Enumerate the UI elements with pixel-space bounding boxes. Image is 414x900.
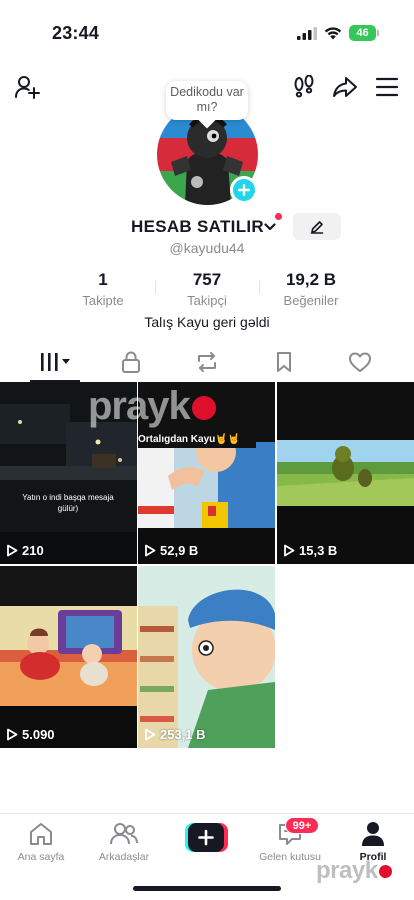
view-count: 210 [6,543,44,558]
notification-dot [275,213,282,220]
edit-profile-button[interactable] [293,213,341,240]
add-avatar-button[interactable] [230,176,258,204]
profile-stats: 1 Takipte 757 Takipçi 19,2 B Beğeniler [51,270,363,310]
view-count-text: 52,9 B [160,543,199,558]
view-count-text: 253,1 B [160,727,206,742]
stat-label: Takipte [82,293,124,308]
nav-friends[interactable]: Arkadaşlar [83,820,165,863]
corner-watermark: prayk [316,857,392,885]
stat-label: Takipçi [187,293,227,308]
watermark-dot [378,865,392,879]
videos-grid-icon [40,353,70,371]
battery-indicator: 46 [349,25,379,41]
lock-icon [121,351,140,373]
status-bubble[interactable]: Dedikodu var mı? [166,81,248,120]
video-4-image [0,566,137,748]
view-count-text: 15,3 B [299,543,338,558]
home-icon [30,823,52,845]
profile-icon [362,822,384,846]
play-icon [145,544,156,557]
inbox-badge: 99+ [285,817,319,834]
friends-icon [110,823,138,845]
stat-following[interactable]: 1 Takipte [51,270,155,308]
name-row: HESAB SATILIR [0,213,414,243]
profile-tabs [0,344,414,382]
play-icon [284,544,295,557]
stat-value: 19,2 B [285,270,337,289]
add-friend-button[interactable] [12,72,42,102]
view-count-text: 5.090 [22,727,55,742]
battery-level: 46 [356,27,369,39]
heart-icon [348,352,371,372]
stat-value: 1 [98,270,108,289]
view-count-text: 210 [22,543,44,558]
create-button[interactable] [185,823,228,852]
home-indicator [133,886,281,891]
tab-videos[interactable] [14,344,97,380]
video-thumbnail-4[interactable]: 5.090 [0,566,137,748]
view-count: 52,9 B [144,543,198,558]
pencil-icon [310,220,324,234]
chevron-down-icon[interactable] [264,222,276,232]
profile-bio: Talış Kayu geri gəldi [144,314,270,330]
video-3-image [277,382,414,564]
plus-icon [238,184,250,196]
watermark-text: prayk [316,857,378,884]
bookmark-icon [276,352,291,372]
watermark-text: prayk [88,384,191,428]
status-time: 23:44 [52,23,100,43]
tab-reposts[interactable] [165,344,248,380]
video-thumbnail-3[interactable]: 15,3 B [277,382,414,564]
video-thumbnail-5[interactable]: 253,1 B [138,566,275,748]
share-button[interactable] [330,72,360,102]
play-icon [145,728,156,741]
nav-label: Arkadaşlar [98,851,150,863]
video-grid: Yatın o indi başqa mesaja gülür) 210 Ort… [0,382,414,748]
tab-liked[interactable] [318,344,401,380]
view-count: 253,1 B [144,727,206,742]
footprints-icon [294,75,314,98]
video-caption: Ortalıgdan Kayu🤘🤘 [138,434,241,445]
view-count: 15,3 B [283,543,337,558]
view-count: 5.090 [6,727,55,742]
nav-label: Ana sayfa [17,851,65,863]
profile-name[interactable]: HESAB SATILIR [131,217,264,237]
stat-likes[interactable]: 19,2 B Beğeniler [259,270,363,308]
tab-favorites[interactable] [242,344,325,380]
video-caption: Yatın o indi başqa mesaja gülür) [22,493,114,513]
create-icon [185,823,228,852]
menu-button[interactable] [372,72,402,102]
nav-home[interactable]: Ana sayfa [0,820,82,863]
username-handle: @kayudu44 [169,240,245,256]
hamburger-menu-icon [375,77,399,97]
tab-private[interactable] [89,344,172,380]
add-user-icon [15,76,40,99]
stat-label: Beğeniler [283,293,339,308]
share-icon [333,77,357,97]
signal-icon [297,27,317,40]
stat-followers[interactable]: 757 Takipçi [155,270,259,308]
watermark-dot [191,396,216,421]
stat-value: 757 [192,270,222,289]
watermark: prayk [88,384,216,429]
play-icon [7,544,18,557]
status-bar: 23:44 46 [0,0,414,64]
repost-icon [197,352,216,372]
footprints-button[interactable] [289,72,319,102]
wifi-icon [324,27,342,40]
play-icon [7,728,18,741]
video-5-image [138,566,275,748]
